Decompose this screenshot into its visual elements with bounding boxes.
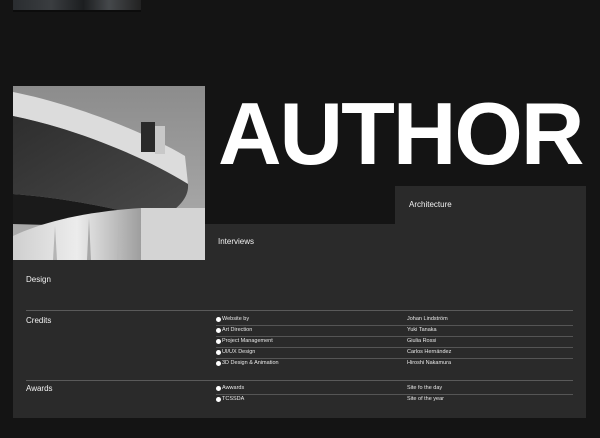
credit-name: Johan Lindström xyxy=(407,316,448,322)
bullet-icon xyxy=(216,328,221,333)
bullet-icon xyxy=(216,397,221,402)
hero-architecture-photo xyxy=(13,86,205,260)
credit-name: Giulia Rossi xyxy=(407,338,437,344)
awards-divider xyxy=(26,380,573,381)
top-image-strip xyxy=(13,0,141,12)
architecture-panel[interactable]: Architecture xyxy=(395,186,586,224)
credit-row: UI/UX Design Carlos Hernández xyxy=(216,348,573,358)
bullet-icon xyxy=(216,350,221,355)
bullet-icon xyxy=(216,386,221,391)
credit-role: 3D Design & Animation xyxy=(222,360,279,366)
page: AUTHOR Architecture Interviews Design Cr… xyxy=(0,0,600,438)
credit-name: Carlos Hernández xyxy=(407,349,452,355)
bullet-icon xyxy=(216,361,221,366)
credit-row: 3D Design & Animation Hiroshi Nakamura xyxy=(216,359,573,369)
award-title: Site fo the day xyxy=(407,385,443,391)
credit-role: UI/UX Design xyxy=(222,349,256,355)
credit-role: Project Management xyxy=(222,338,273,344)
page-title: AUTHOR xyxy=(218,84,584,183)
credit-name: Hiroshi Nakamura xyxy=(407,360,452,366)
award-row: Awwards Site fo the day xyxy=(216,384,573,394)
credit-role: Art Direction xyxy=(222,327,253,333)
award-name: Awwards xyxy=(222,385,245,391)
award-name: TCSSDA xyxy=(222,396,245,402)
credit-row: Art Direction Yuki Tanaka xyxy=(216,326,573,336)
award-row: TCSSDA Site of the year xyxy=(216,395,573,405)
design-label[interactable]: Design xyxy=(26,275,51,284)
design-panel: Design Credits Website by Johan Lindströ… xyxy=(13,260,586,418)
awards-label: Awards xyxy=(26,384,53,393)
credit-row: Website by Johan Lindström xyxy=(216,315,573,325)
award-title: Site of the year xyxy=(407,396,444,402)
credit-name: Yuki Tanaka xyxy=(407,327,437,333)
bullet-icon xyxy=(216,339,221,344)
credit-row: Project Management Giulia Rossi xyxy=(216,337,573,347)
credits-divider xyxy=(26,310,573,311)
interviews-panel[interactable]: Interviews xyxy=(205,224,586,260)
credit-role: Website by xyxy=(222,316,250,322)
bullet-icon xyxy=(216,317,221,322)
credits-label: Credits xyxy=(26,316,52,325)
architecture-label[interactable]: Architecture xyxy=(409,200,452,209)
interviews-label[interactable]: Interviews xyxy=(218,237,254,246)
